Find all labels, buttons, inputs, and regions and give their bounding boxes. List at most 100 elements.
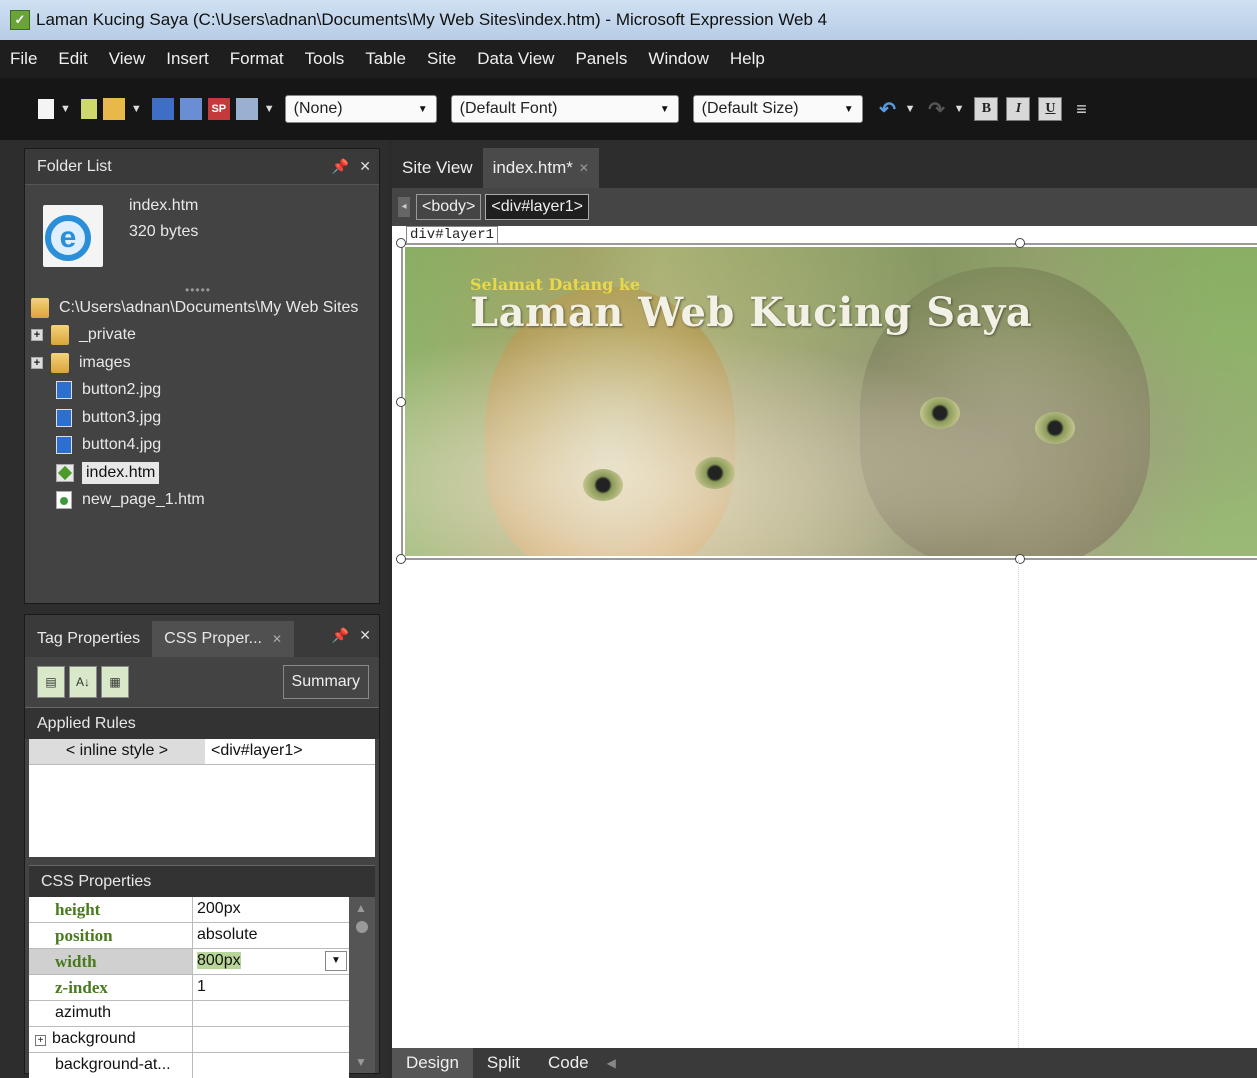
prop-row-background-attachment[interactable]: background-at... <box>29 1053 349 1078</box>
prop-value[interactable]: 1 <box>193 975 349 1000</box>
rule-row[interactable]: < inline style > <div#layer1> <box>29 739 375 765</box>
tab-index-htm[interactable]: index.htm* ✕ <box>482 148 599 188</box>
prop-value[interactable]: 200px <box>193 897 349 922</box>
kitten-eye <box>695 457 735 489</box>
menu-panels[interactable]: Panels <box>575 49 627 69</box>
menu-tools[interactable]: Tools <box>305 49 345 69</box>
chevron-down-icon[interactable]: ▼ <box>264 103 275 115</box>
prop-value[interactable] <box>193 1027 349 1052</box>
document-tabs: Site View index.htm* ✕ <box>392 140 1257 188</box>
scroll-thumb[interactable] <box>356 921 368 933</box>
font-select[interactable]: (Default Font) ▼ <box>450 95 679 123</box>
tree-item-button3[interactable]: button3.jpg <box>31 404 375 432</box>
tab-css-properties[interactable]: CSS Proper... ✕ <box>152 621 295 657</box>
close-icon[interactable]: ✕ <box>579 161 589 175</box>
scroll-up-icon[interactable]: ▲ <box>355 901 367 915</box>
menu-file[interactable]: File <box>10 49 37 69</box>
resize-handle[interactable] <box>1015 554 1025 564</box>
tree-item-images[interactable]: + images <box>31 349 375 377</box>
italic-button[interactable]: I <box>1006 97 1031 121</box>
menu-help[interactable]: Help <box>730 49 765 69</box>
style-select[interactable]: (None) ▼ <box>284 95 437 123</box>
tree-root[interactable]: C:\Users\adnan\Documents\My Web Sites <box>31 294 375 322</box>
folder-tree: C:\Users\adnan\Documents\My Web Sites + … <box>31 294 375 514</box>
applied-rules-heading: Applied Rules <box>25 707 379 739</box>
chevron-down-icon[interactable]: ▼ <box>60 103 71 115</box>
menu-site[interactable]: Site <box>427 49 456 69</box>
resize-handle[interactable] <box>396 397 406 407</box>
tree-item-button2[interactable]: button2.jpg <box>31 377 375 405</box>
menu-edit[interactable]: Edit <box>58 49 87 69</box>
summary-button[interactable]: Summary <box>282 665 369 699</box>
chevron-down-icon[interactable]: ▼ <box>131 103 142 115</box>
prop-value[interactable] <box>193 1001 349 1026</box>
tab-split[interactable]: Split <box>473 1048 534 1078</box>
prop-value-field[interactable]: 800px ▼ <box>193 949 349 974</box>
show-set-properties-icon[interactable]: ▦ <box>101 666 129 698</box>
expand-icon[interactable]: + <box>35 1035 46 1046</box>
save-icon[interactable] <box>151 98 174 120</box>
close-icon[interactable]: ✕ <box>359 158 371 175</box>
internet-explorer-icon: e <box>43 205 103 267</box>
pin-icon[interactable]: 📌 <box>332 158 349 175</box>
css-panel-tabs: Tag Properties CSS Proper... ✕ 📌 ✕ <box>25 615 379 657</box>
menu-data-view[interactable]: Data View <box>477 49 554 69</box>
new-document-icon[interactable] <box>80 99 97 119</box>
resize-handle[interactable] <box>396 554 406 564</box>
tree-item-private[interactable]: + _private <box>31 322 375 350</box>
open-folder-icon[interactable] <box>102 98 125 120</box>
scroll-left-icon[interactable]: ◀ <box>607 1056 616 1070</box>
pin-icon[interactable]: 📌 <box>332 627 349 644</box>
close-icon[interactable]: ✕ <box>272 632 282 646</box>
sort-alphabetical-icon[interactable]: A↓ <box>69 666 97 698</box>
menu-view[interactable]: View <box>109 49 146 69</box>
prop-value[interactable]: absolute <box>193 923 349 948</box>
menu-window[interactable]: Window <box>648 49 708 69</box>
menu-insert[interactable]: Insert <box>166 49 209 69</box>
tree-item-new-page[interactable]: new_page_1.htm <box>31 487 375 515</box>
tag-chip-div-layer1[interactable]: <div#layer1> <box>485 194 590 220</box>
resize-handle[interactable] <box>396 238 406 248</box>
bold-button[interactable]: B <box>974 97 999 121</box>
tree-item-index[interactable]: index.htm <box>31 459 375 487</box>
categorized-view-icon[interactable]: ▤ <box>37 666 65 698</box>
chevron-left-icon[interactable]: ◂ <box>398 197 410 217</box>
tab-site-view[interactable]: Site View <box>392 148 483 188</box>
tag-chip-body[interactable]: <body> <box>416 194 482 220</box>
prop-row-z-index[interactable]: z-index 1 <box>29 975 349 1001</box>
prop-row-width[interactable]: width 800px ▼ <box>29 949 349 975</box>
undo-icon[interactable]: ↶ <box>877 98 899 121</box>
resize-handle[interactable] <box>1015 238 1025 248</box>
align-left-icon[interactable]: ≡ <box>1070 98 1092 120</box>
properties-scrollbar[interactable]: ▲ ▼ <box>349 897 375 1073</box>
save-all-icon[interactable] <box>179 98 202 120</box>
prop-row-position[interactable]: position absolute <box>29 923 349 949</box>
size-select[interactable]: (Default Size) ▼ <box>692 95 863 123</box>
underline-button[interactable]: U <box>1038 97 1063 121</box>
sharepoint-icon[interactable]: SP <box>207 98 230 120</box>
preview-icon[interactable] <box>235 98 258 120</box>
prop-row-azimuth[interactable]: azimuth <box>29 1001 349 1027</box>
tab-tag-properties[interactable]: Tag Properties <box>25 621 152 657</box>
menu-format[interactable]: Format <box>230 49 284 69</box>
redo-icon[interactable]: ↷ <box>926 98 948 121</box>
design-surface[interactable]: div#layer1 Selamat Datang ke Laman Web K… <box>392 226 1257 1048</box>
chevron-down-icon[interactable]: ▼ <box>325 951 347 971</box>
new-page-icon[interactable] <box>38 99 54 119</box>
expand-icon[interactable]: + <box>31 356 43 369</box>
tab-code[interactable]: Code <box>534 1048 603 1078</box>
close-icon[interactable]: ✕ <box>359 627 371 644</box>
tab-design[interactable]: Design <box>392 1048 473 1078</box>
menu-table[interactable]: Table <box>365 49 406 69</box>
prop-value[interactable] <box>193 1053 349 1078</box>
chevron-down-icon[interactable]: ▼ <box>954 103 965 115</box>
expand-icon[interactable]: + <box>31 329 43 342</box>
chevron-down-icon[interactable]: ▼ <box>905 103 916 115</box>
tree-item-label: new_page_1.htm <box>82 491 205 509</box>
tree-item-button4[interactable]: button4.jpg <box>31 432 375 460</box>
scroll-down-icon[interactable]: ▼ <box>355 1055 367 1069</box>
prop-row-height[interactable]: height 200px <box>29 897 349 923</box>
layer1-div[interactable]: Selamat Datang ke Laman Web Kucing Saya <box>396 238 1257 564</box>
folder-list-panel: Folder List 📌 ✕ e index.htm 320 bytes ••… <box>24 148 380 604</box>
prop-row-background[interactable]: + background <box>29 1027 349 1053</box>
